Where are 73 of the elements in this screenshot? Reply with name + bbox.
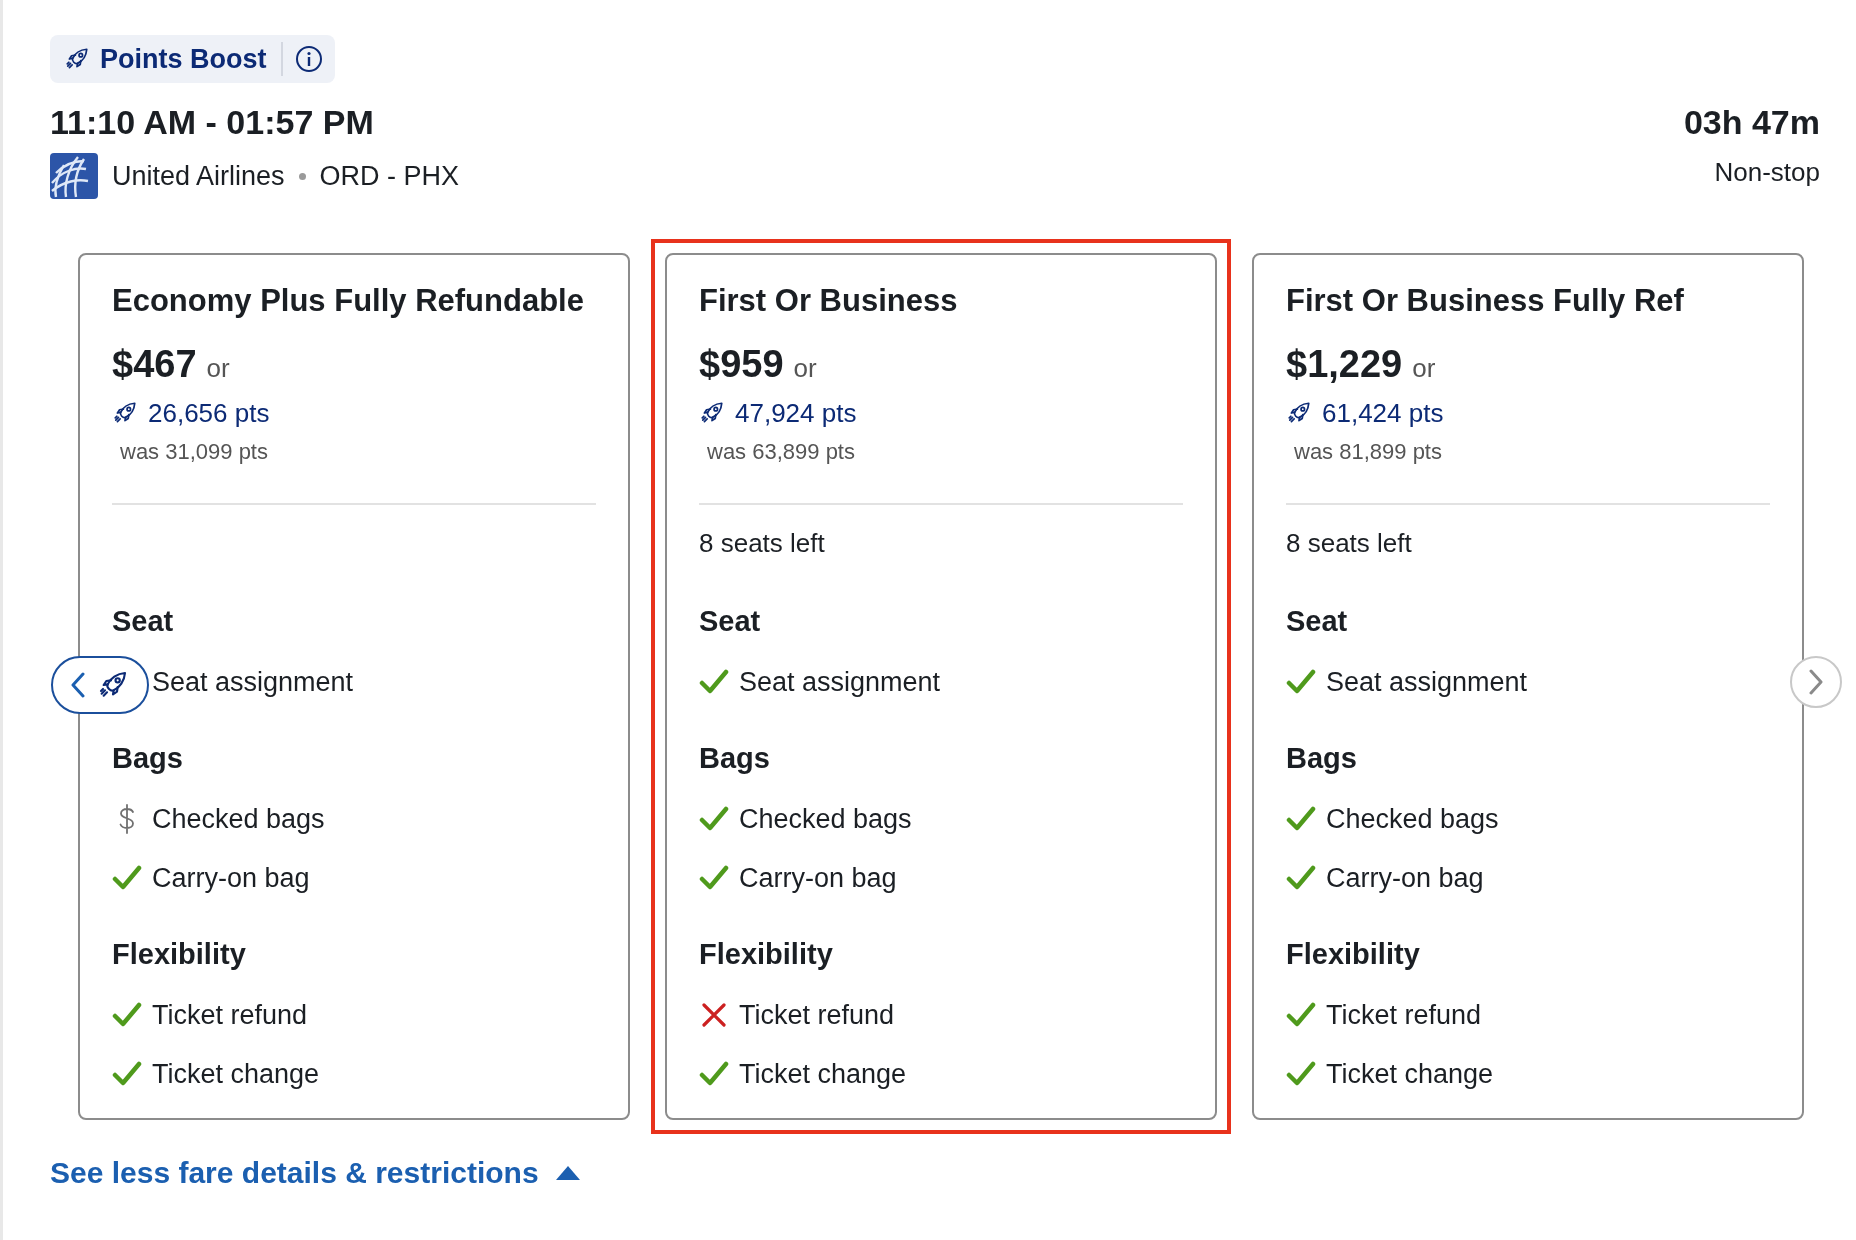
feature-label: Ticket change	[739, 1058, 907, 1091]
feature-label: Carry-on bag	[152, 862, 310, 895]
fare-name: First Or Business Fully Ref	[1286, 282, 1685, 320]
feature-label: Checked bags	[1326, 803, 1499, 836]
feature-label: Seat assignment	[152, 666, 354, 699]
previous-points: was 63,899 pts	[706, 438, 856, 466]
previous-points: was 81,899 pts	[1293, 438, 1443, 466]
separator-dot	[298, 172, 306, 180]
rocket-icon	[699, 400, 725, 426]
feature-label: Ticket refund	[152, 999, 308, 1032]
feature-label: Carry-on bag	[739, 862, 897, 895]
check-icon	[1286, 1061, 1316, 1087]
previous-points: was 31,099 pts	[119, 438, 269, 466]
check-icon	[1286, 1002, 1316, 1028]
fare-name: First Or Business	[699, 282, 959, 320]
feature-label: Checked bags	[739, 803, 912, 836]
chevron-right-icon	[1809, 669, 1823, 695]
check-icon	[1286, 669, 1316, 695]
chevron-left-icon	[71, 672, 85, 698]
check-icon	[1286, 865, 1316, 891]
check-icon	[112, 1002, 142, 1028]
or-label: or	[1412, 352, 1436, 385]
section-heading: Flexibility	[699, 937, 834, 972]
rocket-icon	[1286, 400, 1312, 426]
section-heading: Flexibility	[1286, 937, 1421, 972]
info-icon[interactable]	[294, 45, 323, 73]
section-heading: Seat	[699, 604, 762, 639]
feature-label: Ticket change	[1326, 1058, 1494, 1091]
section-heading: Flexibility	[112, 937, 247, 972]
check-icon	[699, 1061, 729, 1087]
route: ORD - PHX	[319, 160, 460, 192]
section-heading: Bags	[699, 741, 771, 776]
seats-left: 8 seats left	[1286, 527, 1413, 560]
rocket-icon	[64, 46, 90, 72]
next-fare-button[interactable]	[1790, 656, 1842, 708]
points-price: 61,424 pts	[1322, 397, 1444, 430]
previous-fare-button[interactable]	[51, 656, 149, 714]
check-icon	[699, 865, 729, 891]
seats-left: 8 seats left	[699, 527, 826, 560]
fare-details-link[interactable]: See less fare details & restrictions	[50, 1156, 581, 1190]
fare-name: Economy Plus Fully Refundable	[112, 282, 585, 320]
badge-label: Points Boost	[100, 43, 267, 75]
dollar-icon	[118, 804, 136, 834]
rocket-icon	[112, 400, 138, 426]
flight-times: 11:10 AM - 01:57 PM	[50, 102, 375, 143]
fare-price: $467	[112, 342, 197, 387]
airline-logo-icon	[50, 153, 98, 199]
feature-label: Checked bags	[152, 803, 325, 836]
fare-price: $959	[699, 342, 784, 387]
or-label: or	[793, 352, 817, 385]
feature-label: Carry-on bag	[1326, 862, 1484, 895]
or-label: or	[206, 352, 230, 385]
points-price: 47,924 pts	[735, 397, 857, 430]
cross-icon	[701, 1002, 727, 1028]
feature-label: Ticket refund	[739, 999, 895, 1032]
check-icon	[699, 669, 729, 695]
fare-price: $1,229	[1286, 342, 1403, 387]
stops-label: Non-stop	[1714, 157, 1820, 188]
check-icon	[699, 806, 729, 832]
flight-duration: 03h 47m	[1683, 102, 1820, 143]
section-heading: Bags	[1286, 741, 1358, 776]
section-heading: Seat	[112, 604, 175, 639]
check-icon	[1286, 806, 1316, 832]
airline-name: United Airlines	[112, 160, 285, 192]
feature-label: Seat assignment	[1326, 666, 1528, 699]
feature-label: Ticket refund	[1326, 999, 1482, 1032]
check-icon	[112, 1061, 142, 1087]
feature-label: Ticket change	[152, 1058, 320, 1091]
section-heading: Bags	[112, 741, 184, 776]
check-icon	[112, 865, 142, 891]
section-heading: Seat	[1286, 604, 1349, 639]
points-price: 26,656 pts	[148, 397, 270, 430]
feature-label: Seat assignment	[739, 666, 941, 699]
